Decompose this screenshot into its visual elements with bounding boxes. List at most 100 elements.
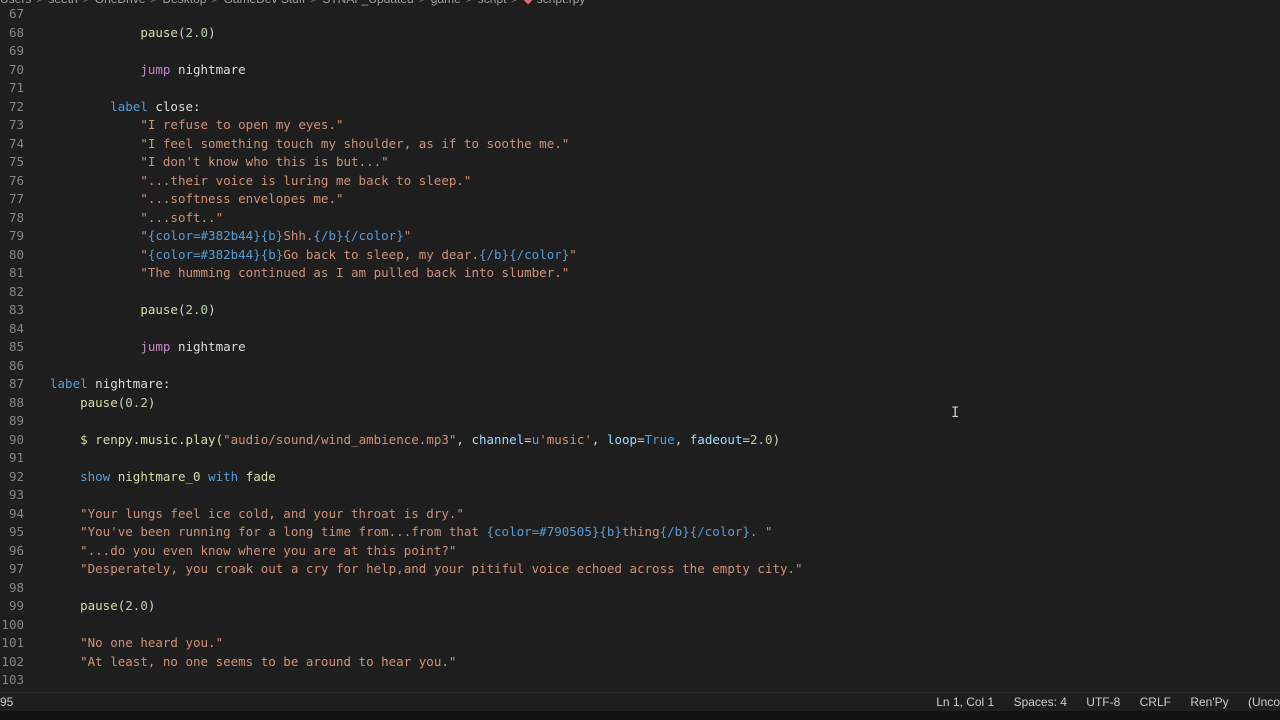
status-extra-item[interactable]: (Unco — [1248, 693, 1280, 711]
line-number: 96 — [8, 542, 24, 558]
code-text: label nightmare: — [50, 375, 170, 394]
code-line[interactable]: 87 label nightmare: — [0, 375, 1280, 394]
breadcrumb-item[interactable]: OneDrive — [95, 0, 146, 6]
code-token: nightmare — [170, 339, 246, 354]
code-line[interactable]: 73 "I refuse to open my eyes." — [0, 116, 1280, 135]
breadcrumb-item[interactable]: seeth — [48, 0, 77, 6]
breadcrumb-item[interactable]: game — [431, 0, 461, 6]
code-text: pause(2.0) — [50, 24, 215, 43]
code-text: "Desperately, you croak out a cry for he… — [50, 560, 802, 579]
code-token: channel — [471, 431, 525, 447]
code-token: nightmare: — [87, 376, 171, 391]
breadcrumb-separator: > — [83, 0, 90, 6]
breadcrumb-item[interactable]: Desktop — [162, 0, 206, 6]
code-line[interactable]: 103 — [0, 671, 1280, 690]
breadcrumb-separator: > — [466, 0, 473, 6]
line-ending-setting[interactable]: CRLF — [1140, 693, 1171, 711]
code-text: "...their voice is luring me back to sle… — [50, 172, 471, 191]
encoding-setting[interactable]: UTF-8 — [1086, 693, 1120, 711]
code-token: = — [637, 431, 645, 447]
code-line[interactable]: 76 "...their voice is luring me back to … — [0, 172, 1280, 191]
code-line[interactable]: 98 — [0, 579, 1280, 598]
breadcrumb-item[interactable]: script — [478, 0, 507, 6]
code-token: "Your lungs feel ice cold, and your thro… — [80, 505, 464, 521]
code-line[interactable]: 89 — [0, 412, 1280, 431]
code-token: pause — [80, 598, 118, 613]
line-number: 80 — [8, 246, 24, 262]
code-token: ) — [208, 302, 216, 317]
code-token: = — [742, 431, 750, 447]
code-line[interactable]: 93 — [0, 486, 1280, 505]
code-token: "...soft.." — [140, 209, 224, 225]
code-token: "...do you even know where you are at th… — [80, 542, 457, 558]
code-line[interactable]: 78 "...soft.." — [0, 209, 1280, 228]
code-line[interactable]: 92 show nightmare_0 with fade — [0, 468, 1280, 487]
code-line[interactable]: 81 "The humming continued as I am pulled… — [0, 264, 1280, 283]
code-token: " — [569, 246, 577, 262]
line-number: 83 — [8, 302, 24, 317]
code-line[interactable]: 70 jump nightmare — [0, 61, 1280, 80]
code-line[interactable]: 75 "I don't know who this is but..." — [0, 153, 1280, 172]
line-number: 103 — [1, 672, 24, 687]
code-token: thing — [621, 524, 660, 539]
indentation-setting[interactable]: Spaces: 4 — [1014, 693, 1067, 711]
code-line[interactable]: 67 — [0, 5, 1280, 24]
code-line[interactable]: 100 — [0, 616, 1280, 635]
code-line[interactable]: 85 jump nightmare — [0, 338, 1280, 357]
breadcrumb-separator: > — [211, 0, 218, 6]
code-token: fadeout — [689, 431, 743, 447]
code-line[interactable]: 82 — [0, 283, 1280, 302]
code-editor[interactable]: 67 68 pause(2.0) 69 70 jump nightmare 71 72 l… — [0, 0, 1280, 692]
line-number: 85 — [8, 339, 24, 354]
language-mode[interactable]: Ren'Py — [1190, 693, 1228, 711]
code-line[interactable]: 77 "...softness envelopes me." — [0, 190, 1280, 209]
code-line[interactable]: 94 "Your lungs feel ice cold, and your t… — [0, 505, 1280, 524]
code-token: " — [140, 246, 148, 262]
code-line[interactable]: 84 — [0, 320, 1280, 339]
code-line[interactable]: 74 "I feel something touch my shoulder, … — [0, 135, 1280, 154]
breadcrumb-item[interactable]: script.rpy — [537, 0, 586, 6]
line-number: 71 — [8, 80, 24, 95]
status-right-group: Ln 1, Col 1 Spaces: 4 UTF-8 CRLF Ren'Py … — [920, 693, 1280, 711]
code-line[interactable]: 90 $ renpy.music.play("audio/sound/wind_… — [0, 431, 1280, 450]
code-text: "{color=#382b44}{b}Shh.{/b}{/color}" — [50, 227, 411, 246]
line-number: 89 — [8, 413, 24, 428]
code-token: fade — [238, 468, 276, 484]
code-line[interactable]: 96 "...do you even know where you are at… — [0, 542, 1280, 561]
code-line[interactable]: 86 — [0, 357, 1280, 376]
code-token: "At least, no one seems to be around to … — [80, 653, 457, 669]
code-line[interactable]: 101 "No one heard you." — [0, 634, 1280, 653]
code-line[interactable]: 80 "{color=#382b44}{b}Go back to sleep, … — [0, 246, 1280, 265]
breadcrumb-item[interactable]: STNAF_Updated — [322, 0, 413, 6]
status-left-text: 95 — [0, 695, 14, 709]
code-line[interactable]: 97 "Desperately, you croak out a cry for… — [0, 560, 1280, 579]
code-line[interactable]: 72 label close: — [0, 98, 1280, 117]
breadcrumb-item[interactable]: GameDev Stuff — [223, 0, 305, 6]
code-line[interactable]: 69 — [0, 42, 1280, 61]
line-number: 76 — [8, 172, 24, 188]
code-line[interactable]: 95 "You've been running for a long time … — [0, 523, 1280, 542]
code-line[interactable]: 68 pause(2.0) — [0, 24, 1280, 43]
code-token: pause — [80, 394, 118, 410]
code-line[interactable]: 102 "At least, no one seems to be around… — [0, 653, 1280, 672]
code-line[interactable]: 79 "{color=#382b44}{b}Shh.{/b}{/color}" — [0, 227, 1280, 246]
breadcrumb-item[interactable]: Users — [0, 0, 31, 6]
line-number: 82 — [8, 283, 24, 299]
code-line[interactable]: 83 pause(2.0) — [0, 301, 1280, 320]
cursor-position[interactable]: Ln 1, Col 1 — [936, 693, 994, 711]
code-token: {/b}{/color} — [478, 246, 570, 262]
line-number: 97 — [8, 561, 24, 576]
code-token: $ — [80, 431, 88, 447]
code-token: label — [50, 376, 88, 391]
code-line[interactable]: 91 — [0, 449, 1280, 468]
line-number: 93 — [8, 487, 24, 502]
code-line[interactable]: 99 pause(2.0) — [0, 597, 1280, 616]
code-line[interactable]: 88 pause(0.2) — [0, 394, 1280, 413]
code-line[interactable]: 71 — [0, 79, 1280, 98]
